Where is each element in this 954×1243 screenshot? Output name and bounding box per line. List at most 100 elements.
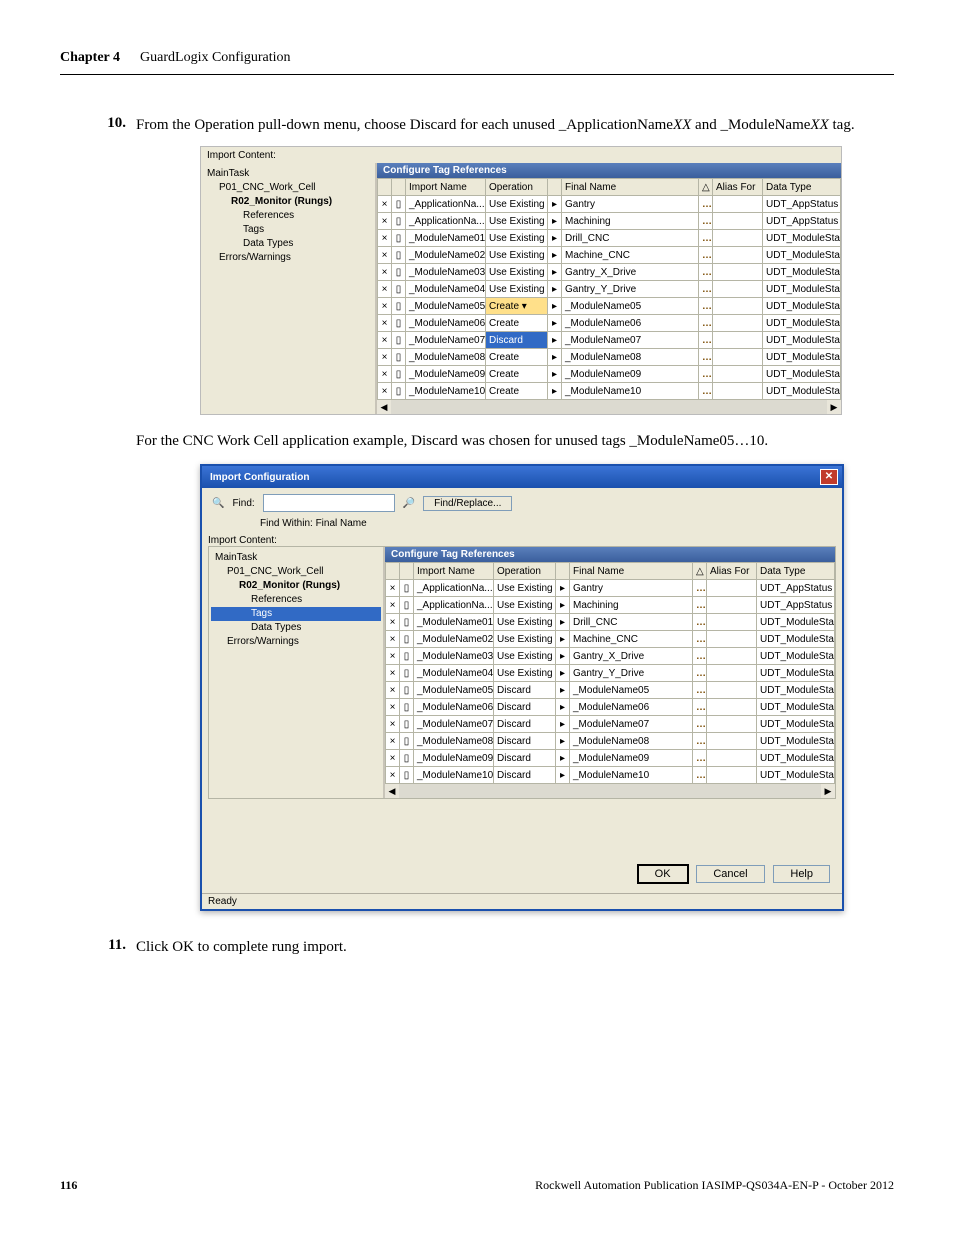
cell-final[interactable]: Drill_CNC — [570, 614, 693, 631]
cell-final[interactable]: Gantry_X_Drive — [562, 264, 699, 281]
cell-final[interactable]: _ModuleName10 — [570, 767, 693, 784]
cell-operation[interactable]: Use Existing — [486, 230, 548, 247]
cell-operation[interactable]: Use Existing — [494, 614, 556, 631]
browse-icon[interactable]: … — [693, 682, 707, 699]
browse-icon[interactable]: … — [699, 332, 713, 349]
find-next-icon[interactable]: 🔎 — [403, 498, 415, 509]
table-row[interactable]: ×▯_ModuleName06Discard▸_ModuleName06…UDT… — [386, 699, 835, 716]
cell-import[interactable]: _ModuleName08 — [414, 733, 494, 750]
table-row[interactable]: ×▯_ModuleName02Use Existing▸Machine_CNC…… — [378, 247, 841, 264]
cell-operation[interactable]: Use Existing — [486, 281, 548, 298]
table-row[interactable]: ×▯_ModuleName02Use Existing▸Machine_CNC…… — [386, 631, 835, 648]
cell-import[interactable]: _ModuleName02 — [406, 247, 486, 264]
browse-icon[interactable]: … — [699, 247, 713, 264]
scroll-left-icon[interactable]: ◀ — [385, 784, 399, 798]
cell-operation[interactable]: Use Existing — [494, 665, 556, 682]
cell-import[interactable]: _ModuleName07 — [414, 716, 494, 733]
cell-import[interactable]: _ModuleName06 — [414, 699, 494, 716]
browse-icon[interactable]: … — [699, 196, 713, 213]
col2-import[interactable]: Import Name — [414, 563, 494, 580]
browse-icon[interactable]: … — [693, 665, 707, 682]
col2-operation[interactable]: Operation — [494, 563, 556, 580]
cell-operation[interactable]: Create ▾ — [486, 298, 548, 315]
table-row[interactable]: ×▯_ModuleName03Use Existing▸Gantry_X_Dri… — [378, 264, 841, 281]
cell-import[interactable]: _ModuleName04 — [414, 665, 494, 682]
table-row[interactable]: ×▯_ApplicationNa...Use Existing▸Machinin… — [378, 213, 841, 230]
cell-import[interactable]: _ModuleName05 — [414, 682, 494, 699]
tree2-datatypes[interactable]: Data Types — [211, 621, 381, 635]
cell-final[interactable]: _ModuleName06 — [570, 699, 693, 716]
cell-final[interactable]: Gantry_Y_Drive — [570, 665, 693, 682]
cell-import[interactable]: _ModuleName01 — [414, 614, 494, 631]
cell-operation[interactable]: Discard — [494, 767, 556, 784]
table-row[interactable]: ×▯_ModuleName07Discard▸_ModuleName07…UDT… — [378, 332, 841, 349]
table-row[interactable]: ×▯_ApplicationNa...Use Existing▸Machinin… — [386, 597, 835, 614]
tree-errors[interactable]: Errors/Warnings — [203, 251, 373, 265]
tag-grid-2[interactable]: Import Name Operation Final Name △ Alias… — [385, 562, 835, 784]
scroll-left-icon[interactable]: ◀ — [377, 400, 391, 414]
browse-icon[interactable]: … — [693, 648, 707, 665]
cell-import[interactable]: _ApplicationNa... — [414, 597, 494, 614]
cell-import[interactable]: _ModuleName01 — [406, 230, 486, 247]
tree-datatypes[interactable]: Data Types — [203, 237, 373, 251]
table-row[interactable]: ×▯_ModuleName08Create▸_ModuleName08…UDT_… — [378, 349, 841, 366]
table-row[interactable]: ×▯_ModuleName03Use Existing▸Gantry_X_Dri… — [386, 648, 835, 665]
cell-import[interactable]: _ApplicationNa... — [406, 196, 486, 213]
table-row[interactable]: ×▯_ModuleName07Discard▸_ModuleName07…UDT… — [386, 716, 835, 733]
binoculars-icon[interactable]: 🔍 — [212, 498, 224, 509]
cell-operation[interactable]: Use Existing — [486, 247, 548, 264]
close-icon[interactable]: ✕ — [820, 469, 838, 485]
cell-operation[interactable]: Discard — [494, 699, 556, 716]
col2-alias[interactable]: Alias For — [707, 563, 757, 580]
table-row[interactable]: ×▯_ModuleName09Discard▸_ModuleName09…UDT… — [386, 750, 835, 767]
cell-import[interactable]: _ApplicationNa... — [406, 213, 486, 230]
cell-operation[interactable]: Use Existing — [486, 213, 548, 230]
cell-operation[interactable]: Create — [486, 366, 548, 383]
cell-operation[interactable]: Discard — [494, 682, 556, 699]
cell-final[interactable]: _ModuleName06 — [562, 315, 699, 332]
browse-icon[interactable]: … — [699, 281, 713, 298]
col-operation[interactable]: Operation — [486, 179, 548, 196]
cell-final[interactable]: Gantry — [570, 580, 693, 597]
cell-import[interactable]: _ModuleName09 — [406, 366, 486, 383]
cell-final[interactable]: Drill_CNC — [562, 230, 699, 247]
cell-import[interactable]: _ModuleName09 — [414, 750, 494, 767]
cancel-button[interactable]: Cancel — [696, 865, 764, 883]
cell-import[interactable]: _ModuleName07 — [406, 332, 486, 349]
tree-references[interactable]: References — [203, 209, 373, 223]
cell-operation[interactable]: Discard — [494, 716, 556, 733]
cell-import[interactable]: _ModuleName05 — [406, 298, 486, 315]
cell-final[interactable]: _ModuleName05 — [562, 298, 699, 315]
tree-maintask[interactable]: MainTask — [203, 167, 373, 181]
tree2-tags[interactable]: Tags — [211, 607, 381, 621]
cell-import[interactable]: _ModuleName08 — [406, 349, 486, 366]
cell-import[interactable]: _ModuleName02 — [414, 631, 494, 648]
browse-icon[interactable]: … — [699, 315, 713, 332]
cell-import[interactable]: _ApplicationNa... — [414, 580, 494, 597]
browse-icon[interactable]: … — [693, 733, 707, 750]
tree2-p01[interactable]: P01_CNC_Work_Cell — [211, 565, 381, 579]
cell-operation[interactable]: Discard — [494, 733, 556, 750]
table-row[interactable]: ×▯_ModuleName09Create▸_ModuleName09…UDT_… — [378, 366, 841, 383]
cell-final[interactable]: _ModuleName09 — [570, 750, 693, 767]
table-row[interactable]: ×▯_ModuleName05Discard▸_ModuleName05…UDT… — [386, 682, 835, 699]
cell-final[interactable]: Machine_CNC — [570, 631, 693, 648]
tree-p01[interactable]: P01_CNC_Work_Cell — [203, 181, 373, 195]
browse-icon[interactable]: … — [693, 580, 707, 597]
table-row[interactable]: ×▯_ModuleName05Create ▾▸_ModuleName05…UD… — [378, 298, 841, 315]
cell-operation[interactable]: Use Existing — [494, 597, 556, 614]
tree2-references[interactable]: References — [211, 593, 381, 607]
table-row[interactable]: ×▯_ApplicationNa...Use Existing▸Gantry…U… — [386, 580, 835, 597]
browse-icon[interactable]: … — [699, 349, 713, 366]
ok-button[interactable]: OK — [638, 865, 688, 883]
cell-operation[interactable]: Create — [486, 315, 548, 332]
cell-final[interactable]: Machining — [562, 213, 699, 230]
cell-final[interactable]: _ModuleName10 — [562, 383, 699, 400]
cell-final[interactable]: _ModuleName07 — [562, 332, 699, 349]
browse-icon[interactable]: … — [699, 383, 713, 400]
scroll-right-icon[interactable]: ▶ — [827, 400, 841, 414]
cell-final[interactable]: _ModuleName05 — [570, 682, 693, 699]
cell-final[interactable]: _ModuleName08 — [562, 349, 699, 366]
tag-grid[interactable]: Import Name Operation Final Name △ Alias… — [377, 178, 841, 400]
table-row[interactable]: ×▯_ModuleName08Discard▸_ModuleName08…UDT… — [386, 733, 835, 750]
